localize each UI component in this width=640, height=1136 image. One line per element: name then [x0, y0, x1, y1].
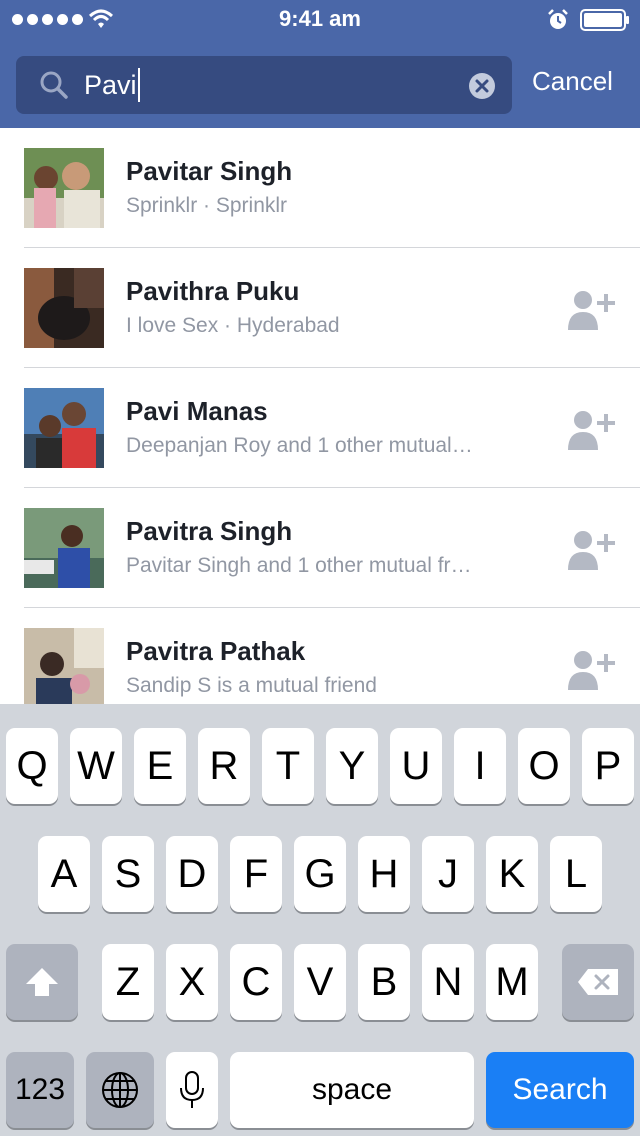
- list-item[interactable]: Pavitar Singh Sprinklr · Sprinklr: [0, 128, 640, 248]
- result-subtitle: I love Sex · Hyderabad: [126, 314, 340, 337]
- search-field[interactable]: Pavi: [16, 56, 512, 114]
- key-n[interactable]: N: [422, 944, 474, 1020]
- add-friend-icon[interactable]: [566, 288, 616, 332]
- shift-icon: [26, 968, 58, 996]
- globe-icon: [102, 1072, 138, 1108]
- key-t[interactable]: T: [262, 728, 314, 804]
- key-s[interactable]: S: [102, 836, 154, 912]
- key-x[interactable]: X: [166, 944, 218, 1020]
- key-e[interactable]: E: [134, 728, 186, 804]
- key-w[interactable]: W: [70, 728, 122, 804]
- key-q[interactable]: Q: [6, 728, 58, 804]
- battery-icon: [580, 9, 629, 31]
- key-j[interactable]: J: [422, 836, 474, 912]
- key-p[interactable]: P: [582, 728, 634, 804]
- result-name: Pavitra Singh: [126, 516, 293, 546]
- key-o[interactable]: O: [518, 728, 570, 804]
- key-d[interactable]: D: [166, 836, 218, 912]
- key-l[interactable]: L: [550, 836, 602, 912]
- key-h[interactable]: H: [358, 836, 410, 912]
- clear-icon[interactable]: [468, 72, 496, 100]
- list-item[interactable]: Pavithra Puku I love Sex · Hyderabad: [0, 248, 640, 368]
- key-v[interactable]: V: [294, 944, 346, 1020]
- search-key[interactable]: Search: [486, 1052, 634, 1128]
- key-c[interactable]: C: [230, 944, 282, 1020]
- result-name: Pavitra Pathak: [126, 636, 306, 666]
- space-key[interactable]: space: [230, 1052, 474, 1128]
- result-name: Pavitar Singh: [126, 156, 293, 186]
- list-item[interactable]: Pavitra Singh Pavitar Singh and 1 other …: [0, 488, 640, 608]
- search-results-list: Pavitar Singh Sprinklr · Sprinklr Pavith…: [0, 128, 640, 704]
- header: 9:41 am Pavi Cancel: [0, 0, 640, 128]
- key-f[interactable]: F: [230, 836, 282, 912]
- key-k[interactable]: K: [486, 836, 538, 912]
- cancel-button[interactable]: Cancel: [532, 66, 613, 97]
- shift-key[interactable]: [6, 944, 78, 1020]
- result-name: Pavithra Puku: [126, 276, 300, 306]
- delete-icon: [578, 969, 618, 995]
- result-name: Pavi Manas: [126, 396, 268, 426]
- status-bar: 9:41 am: [0, 0, 640, 40]
- microphone-icon: [180, 1071, 204, 1108]
- search-input[interactable]: Pavi: [84, 66, 140, 104]
- key-y[interactable]: Y: [326, 728, 378, 804]
- numbers-key[interactable]: 123: [6, 1052, 74, 1128]
- globe-key[interactable]: [86, 1052, 154, 1128]
- alarm-icon: [548, 9, 568, 29]
- add-friend-icon[interactable]: [566, 528, 616, 572]
- list-item[interactable]: Pavitra Pathak Sandip S is a mutual frie…: [0, 608, 640, 704]
- search-icon: [40, 71, 68, 99]
- dictation-key[interactable]: [166, 1052, 218, 1128]
- avatar: [24, 508, 104, 588]
- add-friend-icon[interactable]: [566, 648, 616, 692]
- avatar: [24, 148, 104, 228]
- clock: 9:41 am: [279, 6, 361, 31]
- keyboard: Q W E R T Y U I O P A S D F G H J K L Z …: [0, 704, 640, 1136]
- key-z[interactable]: Z: [102, 944, 154, 1020]
- key-u[interactable]: U: [390, 728, 442, 804]
- avatar: [24, 628, 104, 704]
- key-a[interactable]: A: [38, 836, 90, 912]
- key-m[interactable]: M: [486, 944, 538, 1020]
- result-subtitle: Deepanjan Roy and 1 other mutual…: [126, 434, 473, 457]
- list-item[interactable]: Pavi Manas Deepanjan Roy and 1 other mut…: [0, 368, 640, 488]
- delete-key[interactable]: [562, 944, 634, 1020]
- avatar: [24, 388, 104, 468]
- key-b[interactable]: B: [358, 944, 410, 1020]
- key-i[interactable]: I: [454, 728, 506, 804]
- result-subtitle: Sandip S is a mutual friend: [126, 674, 377, 697]
- result-subtitle: Pavitar Singh and 1 other mutual fr…: [126, 554, 472, 577]
- key-g[interactable]: G: [294, 836, 346, 912]
- text-caret: [137, 68, 140, 102]
- search-query: Pavi: [84, 70, 137, 100]
- result-subtitle: Sprinklr · Sprinklr: [126, 194, 288, 217]
- add-friend-icon[interactable]: [566, 408, 616, 452]
- key-r[interactable]: R: [198, 728, 250, 804]
- avatar: [24, 268, 104, 348]
